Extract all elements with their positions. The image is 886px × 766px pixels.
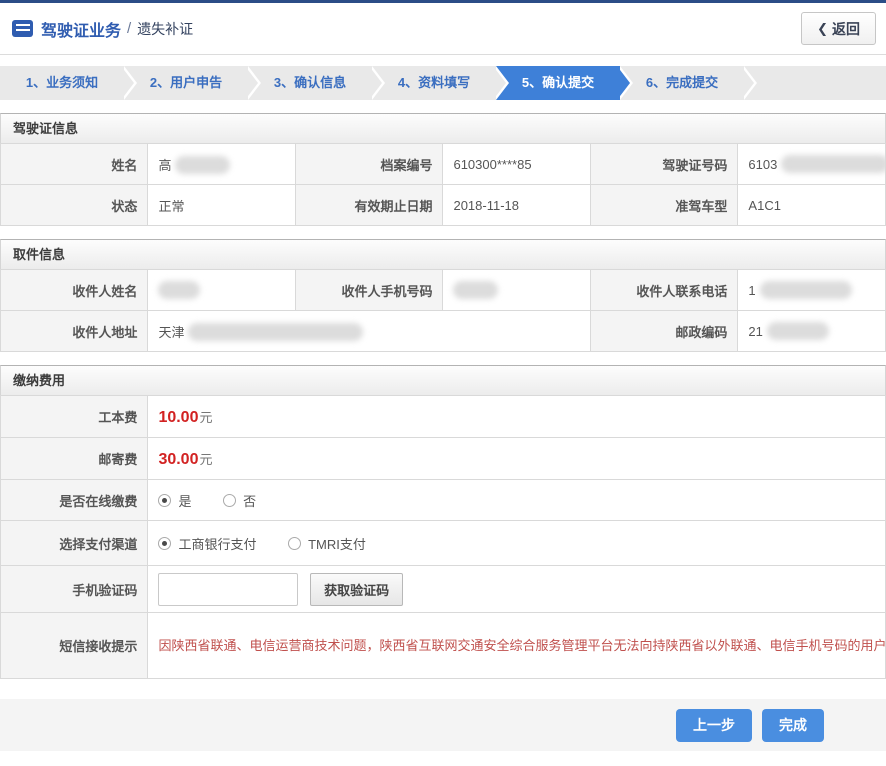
field-value-name: 高 (148, 144, 296, 185)
radio-button-icon (158, 494, 171, 507)
redacted-blur (158, 281, 200, 299)
field-value-license-no: 6103 (738, 144, 886, 185)
section-pickup-info: 取件信息 收件人姓名 收件人手机号码 收件人联系电话 1 收件人地址 天津 邮政… (0, 239, 886, 352)
field-label-license-no: 驾驶证号码 (590, 144, 737, 185)
chevron-left-icon: ❮ (817, 21, 828, 37)
field-value-postal-code: 21 (738, 311, 886, 352)
field-value-valid-until: 2018-11-18 (443, 185, 591, 226)
step-1-business-notice[interactable]: 1、业务须知 (0, 66, 124, 100)
step-3-confirm-info[interactable]: 3、确认信息 (248, 66, 372, 100)
fee-amount: 10.00 (158, 409, 198, 426)
radio-button-icon (288, 537, 301, 550)
table-row: 手机验证码 获取验证码 (1, 566, 886, 613)
redacted-blur (175, 156, 230, 174)
field-value-recipient-name (148, 270, 296, 311)
footer-action-bar: 上一步 完成 (0, 699, 886, 751)
field-label-vehicle-class: 准驾车型 (590, 185, 737, 226)
radio-channel-icbc[interactable]: 工商银行支付 (158, 534, 256, 553)
page-header: 驾驶证业务 / 遗失补证 ❮ 返回 (0, 3, 886, 55)
online-payment-options: 是 否 (148, 480, 886, 521)
section-title-payment: 缴纳费用 (0, 365, 886, 395)
field-label-payment-channel: 选择支付渠道 (1, 521, 148, 566)
field-label-sms-code: 手机验证码 (1, 566, 148, 613)
table-row: 邮寄费 30.00元 (1, 438, 886, 480)
section-license-info: 驾驶证信息 姓名 高 档案编号 610300****85 驾驶证号码 6103 … (0, 113, 886, 226)
field-label-status: 状态 (1, 185, 148, 226)
table-row: 收件人姓名 收件人手机号码 收件人联系电话 1 (1, 270, 886, 311)
fee-amount: 30.00 (158, 451, 198, 468)
breadcrumb-current: 遗失补证 (137, 19, 193, 39)
sms-notice-text: 因陕西省联通、电信运营商技术问题，陕西省互联网交通安全综合服务管理平台无法向持陕… (148, 613, 886, 679)
radio-button-icon (223, 494, 236, 507)
radio-label: 是 (178, 491, 191, 510)
page-title: 驾驶证业务 (41, 17, 121, 41)
radio-button-icon (158, 537, 171, 550)
get-code-button[interactable]: 获取验证码 (310, 573, 403, 606)
field-label-online-payment: 是否在线缴费 (1, 480, 148, 521)
radio-online-no[interactable]: 否 (223, 491, 256, 510)
table-row: 是否在线缴费 是 否 (1, 480, 886, 521)
license-info-table: 姓名 高 档案编号 610300****85 驾驶证号码 6103 状态 正常 … (0, 143, 886, 226)
redacted-blur (760, 281, 852, 299)
field-label-recipient-mobile: 收件人手机号码 (295, 270, 443, 311)
field-value-recipient-phone: 1 (738, 270, 886, 311)
field-value-recipient-address: 天津 (148, 311, 591, 352)
field-label-recipient-phone: 收件人联系电话 (590, 270, 737, 311)
field-value-postage-fee: 30.00元 (148, 438, 886, 480)
field-value-file-no: 610300****85 (443, 144, 591, 185)
sms-code-input[interactable] (158, 573, 298, 606)
field-value-recipient-mobile (443, 270, 591, 311)
field-label-sms-notice: 短信接收提示 (1, 613, 148, 679)
table-row: 短信接收提示 因陕西省联通、电信运营商技术问题，陕西省互联网交通安全综合服务管理… (1, 613, 886, 679)
field-label-file-no: 档案编号 (295, 144, 443, 185)
field-label-postage-fee: 邮寄费 (1, 438, 148, 480)
back-button-label: 返回 (832, 19, 860, 39)
table-row: 工本费 10.00元 (1, 396, 886, 438)
redacted-blur (781, 155, 885, 173)
field-label-name: 姓名 (1, 144, 148, 185)
previous-step-button[interactable]: 上一步 (676, 709, 752, 742)
radio-label: 否 (243, 491, 256, 510)
redacted-blur (767, 322, 829, 340)
fee-unit: 元 (199, 410, 212, 425)
sms-code-row: 获取验证码 (148, 566, 886, 613)
field-value-production-fee: 10.00元 (148, 396, 886, 438)
radio-label: 工商银行支付 (178, 534, 256, 553)
step-progress-bar: 1、业务须知 2、用户申告 3、确认信息 4、资料填写 5、确认提交 6、完成提… (0, 66, 886, 100)
field-value-vehicle-class: A1C1 (738, 185, 886, 226)
redacted-blur (188, 323, 363, 341)
section-title-license: 驾驶证信息 (0, 113, 886, 143)
table-row: 选择支付渠道 工商银行支付 TMRI支付 (1, 521, 886, 566)
table-row: 姓名 高 档案编号 610300****85 驾驶证号码 6103 (1, 144, 886, 185)
field-label-recipient-address: 收件人地址 (1, 311, 148, 352)
notice-text-part1: 因陕西省联通、电信运营商技术问题，陕西省互联网交通安全综合服务管理平台 (158, 638, 613, 653)
table-row: 收件人地址 天津 邮政编码 21 (1, 311, 886, 352)
radio-label: TMRI支付 (308, 534, 366, 553)
step-4-fill-data[interactable]: 4、资料填写 (372, 66, 496, 100)
field-label-recipient-name: 收件人姓名 (1, 270, 148, 311)
field-label-postal-code: 邮政编码 (590, 311, 737, 352)
field-label-valid-until: 有效期止日期 (295, 185, 443, 226)
fee-unit: 元 (199, 452, 212, 467)
field-value-status: 正常 (148, 185, 296, 226)
radio-online-yes[interactable]: 是 (158, 491, 191, 510)
back-button[interactable]: ❮ 返回 (801, 12, 876, 45)
field-label-production-fee: 工本费 (1, 396, 148, 438)
notice-text-part2: 无法向持陕西省以外联通、电信手机号码的用户发送短信,因此无法向此类用户提供陕西省… (613, 638, 885, 653)
payment-channel-options: 工商银行支付 TMRI支付 (148, 521, 886, 566)
step-5-confirm-submit[interactable]: 5、确认提交 (496, 66, 620, 100)
document-list-icon (12, 20, 33, 37)
payment-table: 工本费 10.00元 邮寄费 30.00元 是否在线缴费 是 否 选择支付渠道 (0, 395, 886, 679)
radio-channel-tmri[interactable]: TMRI支付 (288, 534, 366, 553)
step-6-complete-submit[interactable]: 6、完成提交 (620, 66, 744, 100)
table-row: 状态 正常 有效期止日期 2018-11-18 准驾车型 A1C1 (1, 185, 886, 226)
section-title-pickup: 取件信息 (0, 239, 886, 269)
breadcrumb-separator: / (127, 20, 131, 37)
redacted-blur (453, 281, 498, 299)
finish-button[interactable]: 完成 (762, 709, 824, 742)
section-payment: 缴纳费用 工本费 10.00元 邮寄费 30.00元 是否在线缴费 是 否 (0, 365, 886, 679)
pickup-info-table: 收件人姓名 收件人手机号码 收件人联系电话 1 收件人地址 天津 邮政编码 21 (0, 269, 886, 352)
step-2-user-declaration[interactable]: 2、用户申告 (124, 66, 248, 100)
